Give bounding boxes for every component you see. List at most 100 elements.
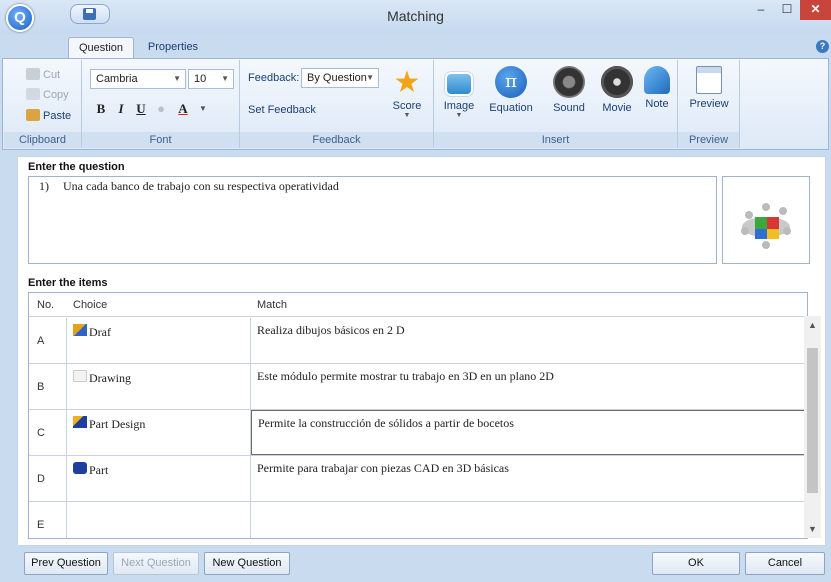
clipboard-group-label: Clipboard [4, 132, 81, 148]
feedback-select[interactable]: By Question ▼ [301, 68, 379, 88]
table-row[interactable]: D Part Permite para trabajar con piezas … [29, 456, 807, 502]
minimize-button[interactable]: – [748, 0, 774, 20]
cancel-button[interactable]: Cancel [745, 552, 825, 575]
feedback-value: By Question [307, 72, 367, 84]
part-icon [73, 462, 87, 474]
help-icon[interactable]: ? [816, 40, 829, 53]
bold-button[interactable]: B [92, 99, 110, 119]
score-label: Score [392, 100, 422, 112]
table-row[interactable]: B Drawing Este módulo permite mostrar tu… [29, 364, 807, 410]
paste-button[interactable]: Paste [24, 107, 71, 125]
choice-cell[interactable]: Part Design [67, 410, 251, 455]
choice-text: Part Design [89, 417, 146, 431]
chevron-down-icon: ▼ [366, 73, 374, 82]
scroll-down-icon[interactable]: ▼ [804, 522, 821, 536]
cut-button[interactable]: Cut [24, 66, 60, 84]
tab-properties[interactable]: Properties [140, 37, 206, 59]
preview-button[interactable]: Preview [682, 66, 736, 110]
note-icon [644, 66, 670, 94]
preview-group-label: Preview [678, 132, 739, 148]
sketch-icon [73, 324, 87, 336]
choice-cell[interactable]: Draf [67, 318, 251, 363]
set-feedback-button[interactable]: Set Feedback [248, 104, 316, 116]
preview-label: Preview [689, 98, 729, 110]
equation-button[interactable]: π Equation [486, 66, 536, 114]
choice-cell[interactable] [67, 502, 251, 538]
next-question-button[interactable]: Next Question [113, 552, 199, 575]
table-row[interactable]: A Draf Realiza dibujos básicos en 2 D [29, 318, 807, 364]
column-header-choice: Choice [73, 299, 108, 311]
speaker-icon [553, 66, 585, 98]
preview-icon [696, 66, 722, 94]
choice-text: Draf [89, 325, 111, 339]
row-number: B [29, 364, 67, 409]
sound-button[interactable]: Sound [550, 66, 588, 114]
score-button[interactable]: ★ Score ▼ [388, 66, 426, 119]
equation-label: Equation [489, 102, 533, 114]
match-cell[interactable] [251, 502, 807, 538]
column-header-no: No. [37, 299, 55, 311]
items-scrollbar[interactable]: ▲ ▼ [804, 316, 821, 538]
movie-button[interactable]: Movie [598, 66, 636, 114]
underline-button[interactable]: U [132, 99, 150, 119]
font-size-select[interactable]: 10 ▼ [188, 69, 234, 89]
items-section-label: Enter the items [28, 277, 108, 289]
font-family-value: Cambria [96, 73, 138, 85]
paste-icon [26, 109, 40, 121]
chevron-down-icon: ▼ [173, 74, 181, 83]
row-number: E [29, 502, 67, 538]
cut-label: Cut [43, 69, 61, 81]
image-label: Image [443, 100, 475, 112]
star-icon: ★ [393, 66, 421, 99]
choice-cell[interactable]: Drawing [67, 364, 251, 409]
feedback-group-label: Feedback [240, 132, 433, 148]
feedback-prefix: Feedback: [248, 72, 300, 84]
choice-text: Drawing [89, 371, 131, 385]
font-size-value: 10 [194, 73, 207, 85]
image-button[interactable]: Image ▼ [440, 66, 478, 119]
new-question-button[interactable]: New Question [204, 552, 290, 575]
chevron-down-icon: ▼ [455, 112, 463, 119]
chevron-down-icon[interactable]: ▼ [199, 104, 207, 113]
row-number: A [29, 318, 67, 363]
question-image[interactable] [722, 176, 810, 264]
question-input[interactable]: 1) Una cada banco de trabajo con su resp… [28, 176, 717, 264]
chevron-down-icon: ▼ [403, 112, 411, 119]
table-row[interactable]: E [29, 502, 807, 538]
match-cell-editing[interactable]: Permite la construcción de sólidos a par… [251, 410, 807, 455]
question-text: Una cada banco de trabajo con su respect… [63, 179, 339, 193]
movie-label: Movie [602, 102, 632, 114]
font-family-select[interactable]: Cambria ▼ [90, 69, 186, 89]
match-cell[interactable]: Permite para trabajar con piezas CAD en … [251, 456, 807, 501]
teamwork-puzzle-icon [741, 203, 791, 249]
row-number: C [29, 410, 67, 455]
part-design-icon [73, 416, 87, 428]
table-row[interactable]: C Part Design Permite la construcción de… [29, 410, 807, 456]
question-section-label: Enter the question [28, 161, 125, 173]
highlight-button[interactable]: ● [152, 99, 170, 119]
close-button[interactable]: ✕ [800, 0, 831, 20]
scissors-icon [26, 68, 40, 80]
tab-question[interactable]: Question [68, 37, 134, 59]
italic-button[interactable]: I [112, 99, 130, 119]
row-number: D [29, 456, 67, 501]
chevron-down-icon: ▼ [221, 74, 229, 83]
prev-question-button[interactable]: Prev Question [24, 552, 108, 575]
copy-button[interactable]: Copy [24, 86, 69, 104]
film-reel-icon [601, 66, 633, 98]
scrollbar-thumb[interactable] [807, 348, 818, 493]
pi-icon: π [495, 66, 527, 98]
match-cell[interactable]: Este módulo permite mostrar tu trabajo e… [251, 364, 807, 409]
image-icon [445, 72, 473, 96]
ok-button[interactable]: OK [652, 552, 740, 575]
note-button[interactable]: Note [640, 66, 674, 110]
grid-header: No. Choice Match [29, 293, 807, 317]
match-cell[interactable]: Realiza dibujos básicos en 2 D [251, 318, 807, 363]
maximize-button[interactable]: ☐ [774, 0, 800, 20]
font-color-button[interactable]: A [174, 99, 192, 119]
question-number: 1) [39, 179, 49, 193]
scroll-up-icon[interactable]: ▲ [804, 318, 821, 332]
choice-cell[interactable]: Part [67, 456, 251, 501]
copy-icon [26, 88, 40, 100]
copy-label: Copy [43, 89, 69, 101]
